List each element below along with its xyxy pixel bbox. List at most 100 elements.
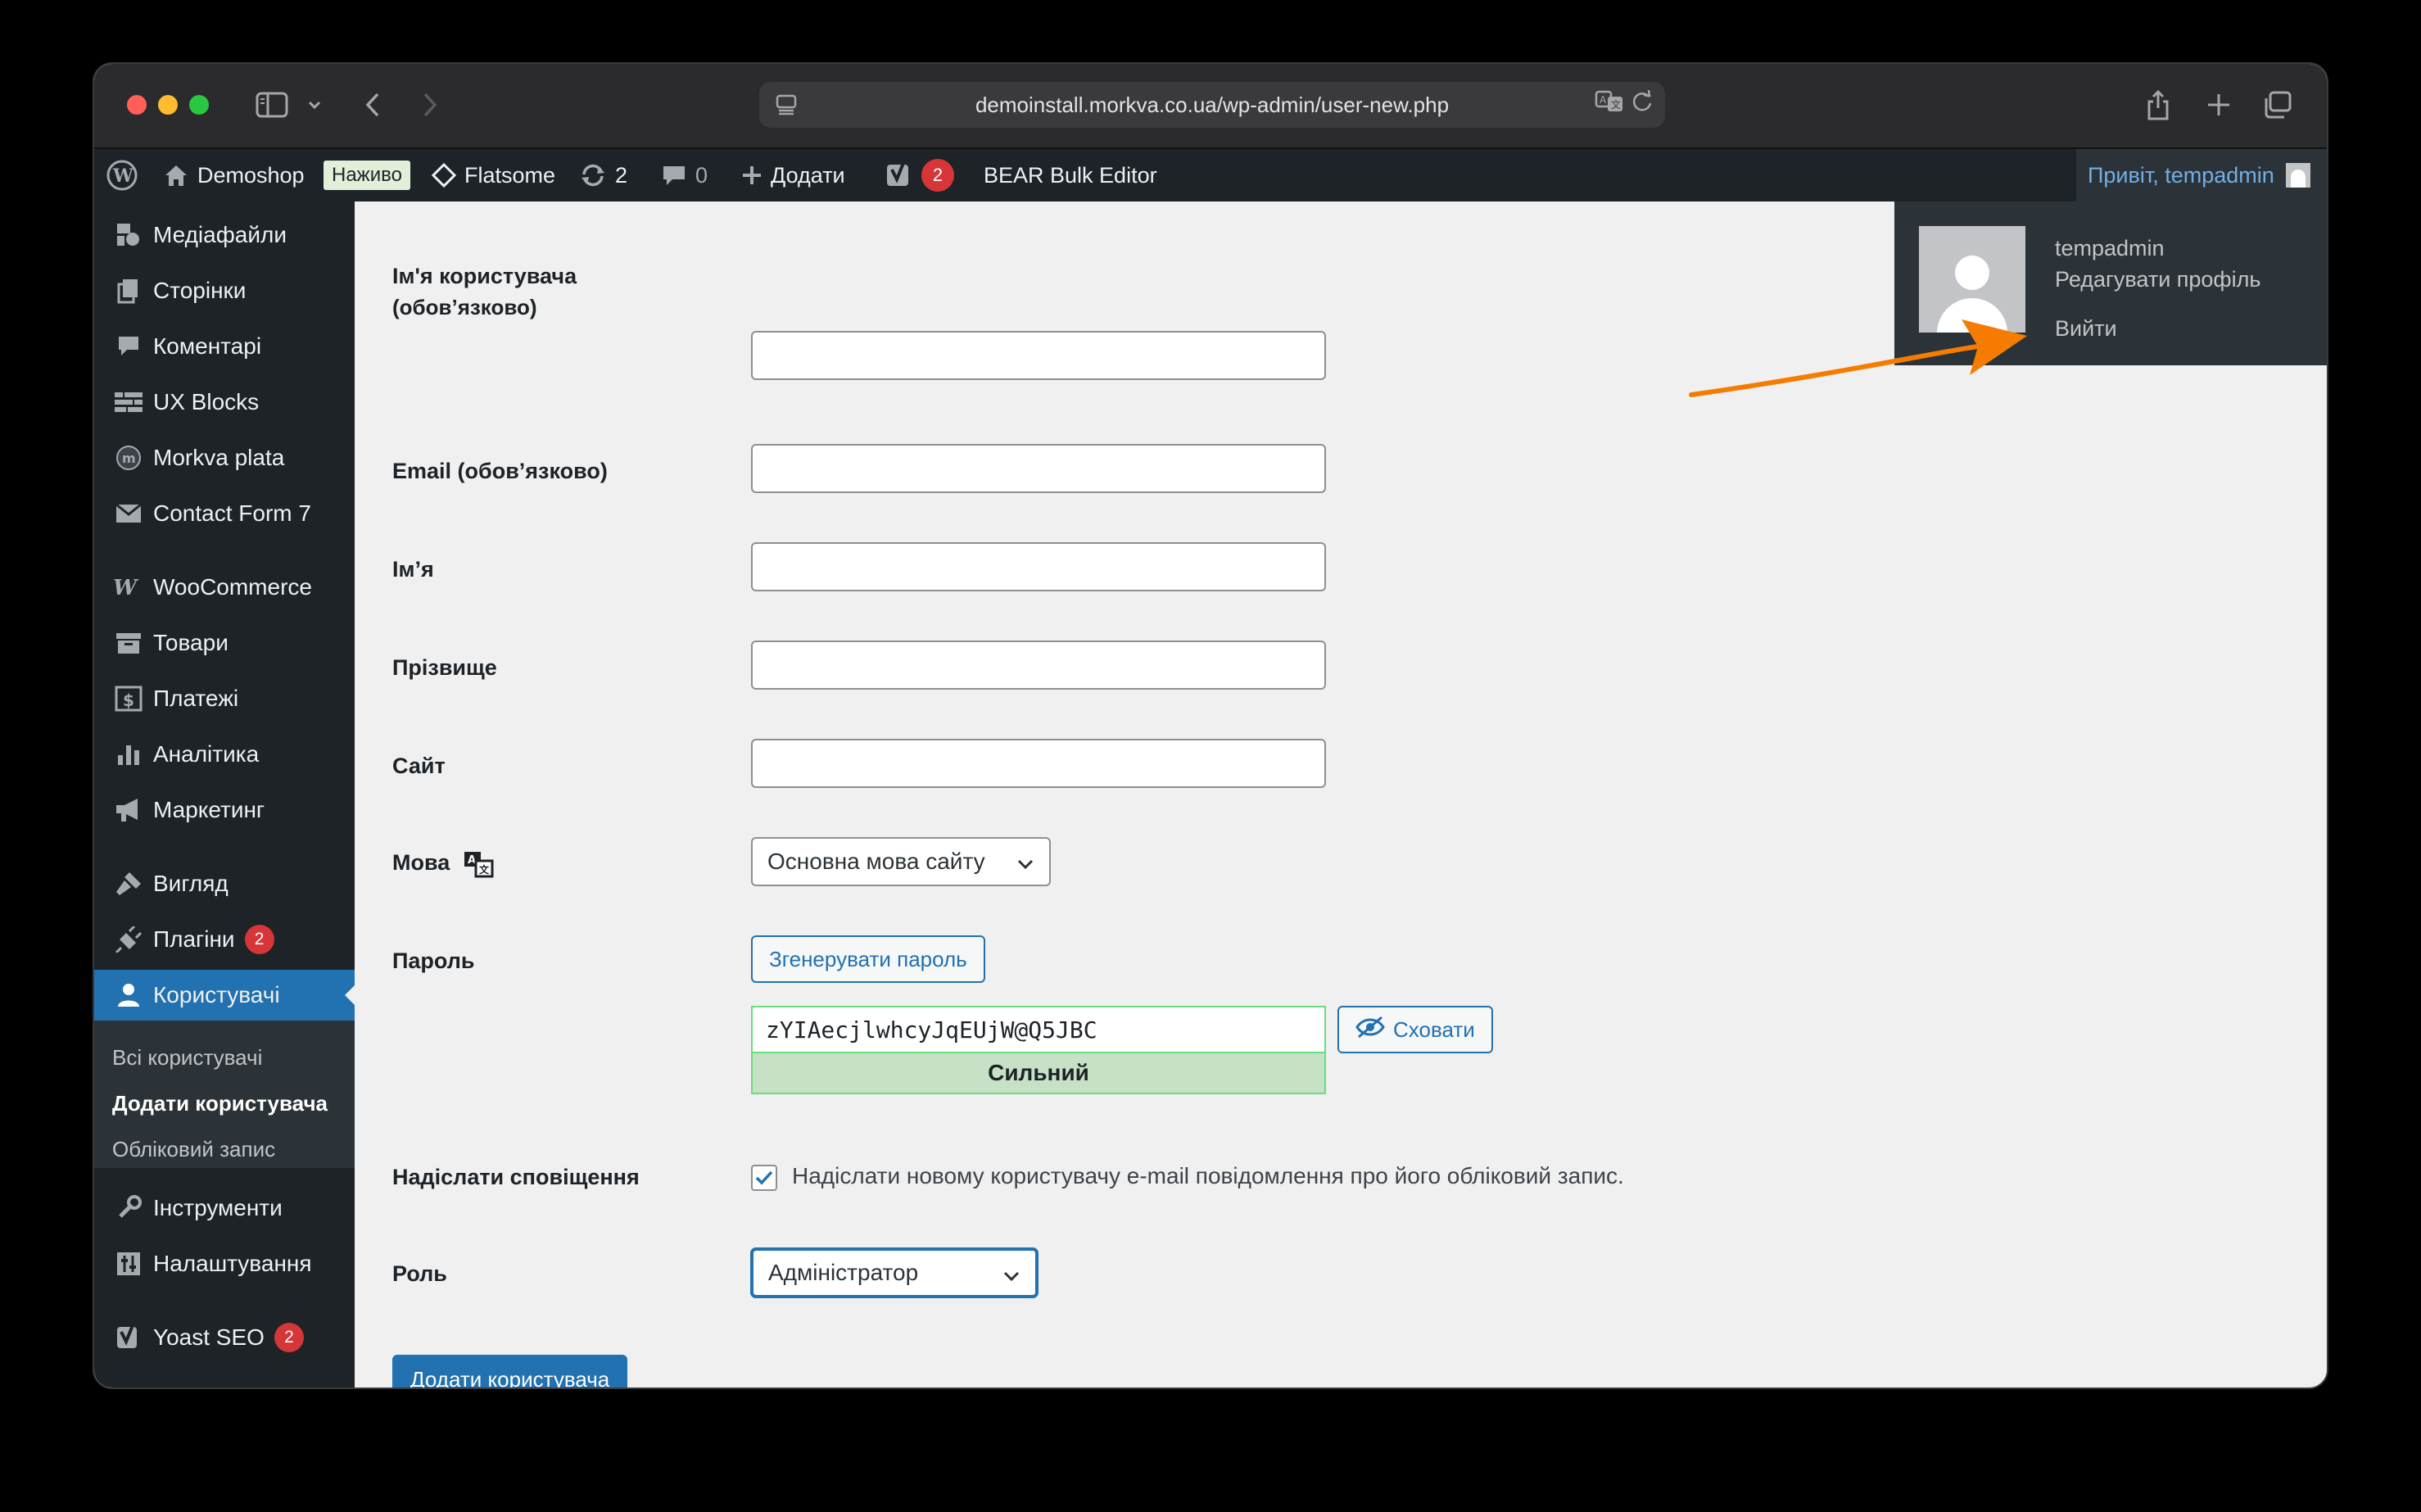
forward-icon[interactable] <box>414 82 446 128</box>
submenu-all-users[interactable]: Всі користувачі <box>112 1045 262 1071</box>
analytics-icon <box>94 742 152 767</box>
sidebar-item-plugins[interactable]: Плагіни 2 <box>94 914 355 965</box>
sidebar-item-pages[interactable]: Сторінки <box>94 265 355 316</box>
sidebar-item-products[interactable]: Товари <box>94 618 355 668</box>
submenu-profile[interactable]: Обліковий запис <box>112 1137 275 1162</box>
megaphone-icon <box>94 797 152 823</box>
sidebar-item-label: WooCommerce <box>153 574 312 600</box>
flatsome-diamond-icon <box>432 163 456 188</box>
sidebar-item-marketing[interactable]: Маркетинг <box>94 785 355 835</box>
translate-icon[interactable]: A文 <box>1595 88 1626 119</box>
back-icon[interactable] <box>356 82 389 128</box>
sidebar-item-label: Маркетинг <box>153 797 265 822</box>
sidebar-toggle-icon[interactable] <box>251 82 292 128</box>
ux-blocks-icon <box>94 391 152 414</box>
hide-password-button[interactable]: Сховати <box>1337 1006 1493 1053</box>
email-input[interactable] <box>751 444 1326 493</box>
tab-overview-icon[interactable] <box>2260 82 2296 128</box>
sidebar-item-morkva-plata[interactable]: m Morkva plata <box>94 432 355 483</box>
address-bar[interactable]: demoinstall.morkva.co.ua/wp-admin/user-n… <box>759 82 1665 128</box>
woocommerce-icon: W <box>94 577 152 598</box>
chevron-down-icon[interactable] <box>302 82 327 128</box>
plugins-icon <box>94 926 152 953</box>
svg-text:m: m <box>122 450 136 466</box>
generate-password-button[interactable]: Згенерувати пароль <box>751 935 985 983</box>
settings-icon <box>94 1251 152 1277</box>
sidebar-item-label: Медіафайли <box>153 222 287 247</box>
wp-admin-bar: W Demoshop Наживо Flatsome 2 0 Додати 2 … <box>94 149 2327 201</box>
language-label: Мова A文 <box>392 847 494 878</box>
site-name-link[interactable]: Demoshop <box>163 149 305 201</box>
products-icon <box>94 631 152 655</box>
comments-link[interactable]: 0 <box>661 149 708 201</box>
url-text: demoinstall.morkva.co.ua/wp-admin/user-n… <box>975 92 1450 117</box>
yoast-menu[interactable]: 2 <box>885 149 954 201</box>
updates-link[interactable]: 2 <box>579 149 627 201</box>
yoast-logo-icon <box>885 161 913 189</box>
flatsome-menu[interactable]: Flatsome <box>432 149 555 201</box>
svg-text:$: $ <box>123 690 134 710</box>
site-input[interactable] <box>751 739 1326 788</box>
sidebar-item-label: Плагіни <box>153 926 235 952</box>
password-label: Пароль <box>392 948 475 973</box>
comment-bubble-icon <box>661 163 687 188</box>
sidebar-item-label: Платежі <box>153 686 239 711</box>
role-select-value: Адміністратор <box>768 1260 919 1285</box>
my-account-menu[interactable]: Привіт, tempadmin <box>2076 149 2327 201</box>
sidebar-item-comments[interactable]: Коментарі <box>94 321 355 372</box>
bear-bulk-editor-link[interactable]: BEAR Bulk Editor <box>984 149 1157 201</box>
payments-icon: $ <box>94 686 152 712</box>
language-select[interactable]: Основна мова сайту <box>751 837 1051 886</box>
sidebar-item-woocommerce[interactable]: W WooCommerce <box>94 562 355 613</box>
sidebar-item-payments[interactable]: $ Платежі <box>94 673 355 724</box>
hide-label: Сховати <box>1393 1016 1475 1042</box>
first-name-label: Ім’я <box>392 557 434 582</box>
page-menu-icon[interactable] <box>772 90 802 120</box>
zoom-window-button[interactable] <box>189 95 209 115</box>
sidebar-item-ux-blocks[interactable]: UX Blocks <box>94 377 355 428</box>
site-name: Demoshop <box>197 162 305 188</box>
sidebar-item-label: Користувачі <box>153 982 280 1007</box>
morkva-icon: m <box>94 444 152 472</box>
password-input[interactable]: zYIAecjlwhcyJqEUjW@Q5JBC <box>751 1006 1326 1053</box>
sidebar-item-label: Аналітика <box>153 741 260 767</box>
dropdown-username[interactable]: tempadmin <box>2055 236 2165 261</box>
submenu-add-user[interactable]: Додати користувача <box>112 1091 328 1116</box>
email-label: Email (обов’язково) <box>392 459 608 483</box>
sidebar-item-label: Yoast SEO <box>153 1324 265 1350</box>
language-select-value: Основна мова сайту <box>767 849 985 874</box>
sidebar-item-contact-form-7[interactable]: Contact Form 7 <box>94 488 355 539</box>
add-new-menu[interactable]: Додати <box>741 149 845 201</box>
sidebar-item-media[interactable]: Медіафайли <box>94 210 355 260</box>
svg-text:W: W <box>113 577 139 598</box>
notify-checkbox[interactable] <box>751 1165 777 1191</box>
checkmark-icon <box>755 1170 773 1185</box>
user-avatar[interactable] <box>1919 226 2025 333</box>
mail-icon <box>94 503 152 524</box>
logout-link[interactable]: Вийти <box>2055 316 2117 342</box>
minimize-window-button[interactable] <box>158 95 178 115</box>
share-icon[interactable] <box>2140 82 2176 128</box>
username-label: Ім'я користувача (обов’язково) <box>392 260 577 323</box>
sidebar-item-analytics[interactable]: Аналітика <box>94 729 355 780</box>
sidebar-item-tools[interactable]: Інструменти <box>94 1183 355 1234</box>
sidebar-item-appearance[interactable]: Вигляд <box>94 858 355 909</box>
user-account-dropdown: tempadmin Редагувати профіль Вийти <box>1894 201 2327 365</box>
add-user-submit-button[interactable]: Додати користувача <box>392 1355 628 1388</box>
new-tab-icon[interactable] <box>2201 82 2237 128</box>
close-window-button[interactable] <box>127 95 147 115</box>
wordpress-logo-icon[interactable]: W <box>106 149 138 201</box>
reload-icon[interactable] <box>1631 88 1654 120</box>
sidebar-item-settings[interactable]: Налаштування <box>94 1238 355 1289</box>
svg-text:W: W <box>112 165 133 187</box>
sidebar-item-users[interactable]: Користувачі <box>94 970 355 1021</box>
username-label-text: Ім'я користувача <box>392 264 577 288</box>
sidebar-item-yoast-seo[interactable]: Yoast SEO 2 <box>94 1312 355 1363</box>
live-status[interactable]: Наживо <box>324 149 410 201</box>
role-select[interactable]: Адміністратор <box>751 1248 1038 1297</box>
sidebar-item-label: Налаштування <box>153 1251 312 1276</box>
first-name-input[interactable] <box>751 542 1326 591</box>
last-name-input[interactable] <box>751 641 1326 690</box>
edit-profile-link[interactable]: Редагувати профіль <box>2055 267 2260 292</box>
username-input[interactable] <box>751 331 1326 380</box>
